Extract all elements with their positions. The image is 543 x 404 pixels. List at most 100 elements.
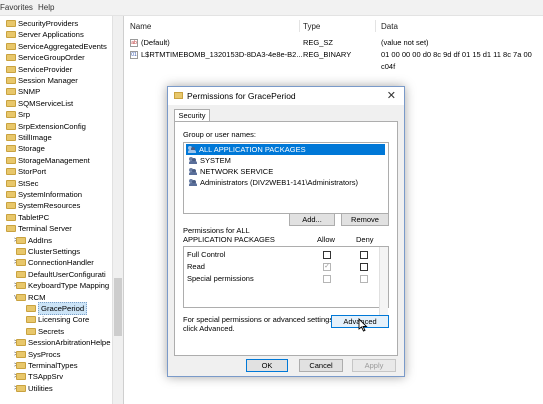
menu-bar: Favorites Help: [0, 0, 543, 16]
tree-item-label: SrpExtensionConfig: [18, 121, 86, 131]
column-header-name[interactable]: Name: [130, 22, 151, 31]
allow-full-control-checkbox[interactable]: [323, 251, 331, 259]
deny-read-checkbox[interactable]: [360, 263, 368, 271]
tree-item-label: Terminal Server: [18, 224, 72, 234]
value-name: L$RTMTIMEBOMB_1320153D-8DA3-4e8e-B2...: [141, 50, 303, 59]
list-item[interactable]: ALL APPLICATION PACKAGES: [186, 144, 385, 155]
folder-icon: [6, 134, 16, 141]
string-value-icon: ab: [130, 39, 138, 47]
folder-icon: [16, 248, 26, 255]
user-name: NETWORK SERVICE: [200, 167, 274, 176]
value-row[interactable]: ab (Default) REG_SZ (value not set): [124, 37, 543, 49]
tree-item-label: DefaultUserConfigurati: [28, 269, 106, 279]
user-group-icon: [189, 168, 197, 175]
tree-item-label: ServiceGroupOrder: [18, 53, 85, 63]
folder-icon: [16, 350, 26, 358]
permissions-for-label: Permissions for ALL: [183, 226, 250, 235]
user-name: Administrators (DIV2WEB1-141\Administrat…: [200, 178, 358, 187]
user-group-icon: [189, 179, 197, 186]
value-type: REG_SZ: [303, 38, 334, 47]
folder-icon: [16, 373, 26, 381]
tree-item-label: RCM: [28, 292, 46, 302]
value-type: REG_BINARY: [303, 50, 352, 59]
permissions-for-label: APPLICATION PACKAGES: [183, 235, 275, 244]
folder-icon: [6, 42, 16, 50]
column-divider[interactable]: [299, 20, 300, 32]
folder-icon: [6, 77, 16, 84]
tree-scrollbar[interactable]: [112, 16, 123, 404]
tree-item-label: GracePeriod: [38, 302, 88, 315]
tree-item-label: ServiceAggregatedEvents: [18, 41, 107, 51]
dialog-title: Permissions for GracePeriod: [187, 91, 296, 101]
folder-icon: [26, 327, 36, 335]
folder-icon: [6, 225, 16, 233]
ok-button[interactable]: OK: [246, 359, 288, 372]
folder-icon: [26, 305, 36, 312]
allow-column-header: Allow: [317, 235, 335, 244]
folder-icon: [16, 259, 26, 267]
dialog-title-bar[interactable]: Permissions for GracePeriod ✕: [168, 87, 404, 105]
apply-button[interactable]: Apply: [352, 359, 396, 372]
column-header-data[interactable]: Data: [381, 22, 398, 31]
folder-icon: [6, 31, 16, 39]
tree-item-label: ClusterSettings: [28, 247, 81, 256]
permission-name: Full Control: [187, 250, 226, 259]
special-permissions-hint: For special permissions or advanced sett…: [183, 315, 336, 324]
folder-icon: [6, 122, 16, 130]
tree-item-label: SessionArbitrationHelpe: [28, 338, 111, 348]
special-permissions-hint: click Advanced.: [183, 324, 235, 333]
tree-item-label: SysProcs: [28, 349, 61, 359]
deny-full-control-checkbox[interactable]: [360, 251, 368, 259]
value-row[interactable]: 01 L$RTMTIMEBOMB_1320153D-8DA3-4e8e-B2..…: [124, 49, 543, 71]
folder-icon: [16, 384, 26, 392]
folder-icon: [16, 293, 26, 301]
folder-icon: [174, 92, 183, 99]
tree-item-label: AddIns: [28, 235, 52, 245]
mouse-pointer-icon: [358, 318, 368, 332]
user-list[interactable]: ALL APPLICATION PACKAGES SYSTEM NETWORK …: [183, 142, 389, 214]
user-name: SYSTEM: [200, 156, 231, 165]
permissions-scrollbar[interactable]: [379, 247, 388, 323]
remove-button[interactable]: Remove: [341, 213, 389, 226]
add-button[interactable]: Add...: [289, 213, 335, 226]
tree-item-label: StillImage: [18, 133, 52, 142]
deny-special-checkbox[interactable]: [360, 275, 368, 283]
menu-help[interactable]: Help: [38, 3, 54, 12]
menu-favorites[interactable]: Favorites: [0, 3, 33, 12]
column-divider[interactable]: [375, 20, 376, 32]
folder-icon: [26, 316, 36, 324]
tree-scrollbar-thumb[interactable]: [114, 278, 122, 336]
allow-read-checkbox[interactable]: ✓: [323, 263, 331, 271]
folder-icon: [16, 282, 26, 290]
folder-icon: [6, 54, 16, 62]
folder-icon: [6, 202, 16, 210]
folder-icon: [6, 145, 16, 153]
folder-icon: [6, 111, 16, 119]
folder-icon: [16, 270, 26, 278]
tree-item-label: SQMServiceList: [18, 98, 74, 108]
permission-name: Read: [187, 262, 205, 271]
folder-icon: [6, 191, 16, 198]
user-name: ALL APPLICATION PACKAGES: [199, 145, 306, 154]
permissions-dialog: Permissions for GracePeriod ✕ Security G…: [167, 86, 405, 377]
column-header-type[interactable]: Type: [303, 22, 320, 31]
cancel-button[interactable]: Cancel: [299, 359, 343, 372]
folder-icon: [6, 65, 16, 73]
folder-icon: [16, 236, 26, 244]
value-data: (value not set): [381, 38, 429, 47]
tree-item-label: Session Manager: [18, 76, 78, 85]
tree-item-label: Secrets: [38, 326, 65, 336]
tree-item-label: SystemInformation: [18, 190, 83, 199]
permission-row: Full Control: [184, 249, 388, 261]
permission-row: Read ✓: [184, 261, 388, 273]
close-icon[interactable]: ✕: [387, 89, 396, 102]
folder-icon: [6, 99, 16, 107]
tree-item-label: Server Applications: [18, 30, 84, 40]
allow-special-checkbox[interactable]: [323, 275, 331, 283]
folder-icon: [6, 156, 16, 164]
tree-item-label: TabletPC: [18, 212, 50, 222]
deny-column-header: Deny: [356, 235, 374, 244]
group-or-user-label: Group or user names:: [183, 130, 256, 139]
folder-icon: [6, 213, 16, 221]
tree-item-label: TSAppSrv: [28, 372, 64, 382]
